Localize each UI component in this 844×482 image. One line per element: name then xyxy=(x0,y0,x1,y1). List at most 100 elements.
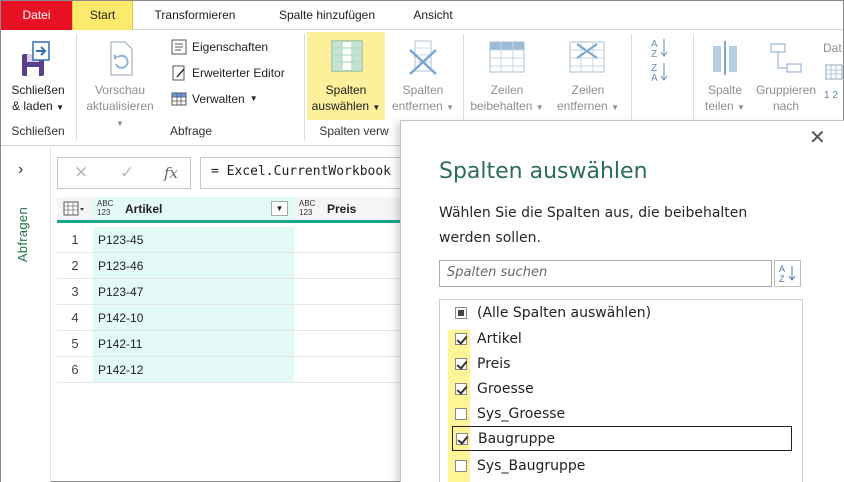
keep-rows-button[interactable]: Zeilen beibehalten ▼ xyxy=(467,38,547,118)
table-cell[interactable] xyxy=(294,253,402,279)
list-item-select-all[interactable]: (Alle Spalten auswählen) xyxy=(440,300,802,325)
queries-pane-label[interactable]: Abfragen xyxy=(15,207,30,262)
list-item[interactable]: Groesse xyxy=(440,376,802,401)
chevron-down-icon: ▼ xyxy=(56,103,64,112)
column-search-input[interactable]: Spalten suchen xyxy=(439,260,772,287)
properties-label: Eigenschaften xyxy=(192,40,269,54)
table-cell[interactable] xyxy=(294,227,402,253)
group-label-spalten-verwalten: Spalten verw xyxy=(319,124,389,138)
remove-rows-line2: entfernen xyxy=(557,99,608,113)
manage-label: Verwalten xyxy=(192,92,245,106)
cancel-icon[interactable]: ✕ xyxy=(74,163,88,183)
close-load-line1: Schließen xyxy=(11,83,65,97)
queries-pane: › Abfragen xyxy=(1,147,51,482)
split-column-line2: teilen xyxy=(705,99,734,113)
type-abc123-icon: ABC 123 xyxy=(299,199,316,217)
column-filter-button[interactable]: ▼ xyxy=(271,201,288,216)
tab-start[interactable]: Start xyxy=(72,1,133,30)
table-cell[interactable]: P123-46 xyxy=(93,253,294,279)
tab-datei[interactable]: Datei xyxy=(1,1,72,30)
table-cell[interactable] xyxy=(294,357,402,383)
column-name-preis[interactable]: Preis xyxy=(327,202,356,216)
table-cell[interactable]: P142-12 xyxy=(93,357,294,383)
column-label: Artikel xyxy=(477,330,522,347)
column-header-artikel[interactable]: ABC 123 Artikel ▼ xyxy=(93,197,294,220)
select-all-label: (Alle Spalten auswählen) xyxy=(477,304,652,321)
tab-transformieren[interactable]: Transformieren xyxy=(133,1,257,30)
checkbox-checked[interactable] xyxy=(455,357,467,370)
list-item[interactable]: Preis xyxy=(440,351,802,376)
table-menu-icon[interactable] xyxy=(63,201,85,220)
checkbox-checked[interactable] xyxy=(455,382,467,395)
table-cell[interactable] xyxy=(294,305,402,331)
list-item[interactable]: Sys_Groesse xyxy=(440,401,802,426)
advanced-editor-label: Erweiterter Editor xyxy=(192,66,285,80)
group-by-button[interactable]: Gruppieren nach xyxy=(753,38,819,118)
formula-bar: ✕ ✓ fx = Excel.CurrentWorkbook xyxy=(57,157,402,189)
keep-rows-icon xyxy=(489,41,525,73)
choose-columns-button[interactable]: Spalten auswählen ▼ xyxy=(307,32,385,120)
checkbox-unchecked[interactable] xyxy=(455,459,467,472)
table-cell[interactable] xyxy=(294,279,402,305)
advanced-editor-icon xyxy=(172,65,185,81)
column-list: (Alle Spalten auswählen) Artikel Preis G… xyxy=(439,299,803,482)
remove-columns-line1: Spalten xyxy=(402,83,444,97)
group-label-schliessen: Schließen xyxy=(11,124,65,138)
close-load-icon xyxy=(22,41,50,76)
data-type-button[interactable]: Dat xyxy=(823,38,842,58)
type-abc123-icon: ABC 123 xyxy=(97,199,114,217)
svg-text:A: A xyxy=(651,73,658,82)
close-icon[interactable]: ✕ xyxy=(809,125,826,150)
row-number: 2 xyxy=(57,253,93,279)
list-item-focused[interactable]: Baugruppe xyxy=(452,426,792,451)
refresh-line2: aktualisieren xyxy=(86,99,154,113)
chevron-down-icon: ▼ xyxy=(611,103,619,112)
use-first-row-button[interactable]: 1 2 xyxy=(824,86,838,106)
list-item[interactable]: Artikel xyxy=(440,326,802,351)
confirm-icon[interactable]: ✓ xyxy=(120,163,134,183)
properties-button[interactable]: Eigenschaften xyxy=(171,37,268,57)
table-cell[interactable] xyxy=(294,331,402,357)
group-by-icon xyxy=(770,43,802,73)
manage-button[interactable]: Verwalten ▼ xyxy=(171,89,258,109)
chevron-down-icon: ▼ xyxy=(372,103,381,112)
advanced-editor-button[interactable]: Erweiterter Editor xyxy=(171,63,285,83)
checkbox-unchecked[interactable] xyxy=(455,407,467,420)
table-cell[interactable]: P142-10 xyxy=(93,305,294,331)
table-cell[interactable]: P142-11 xyxy=(93,331,294,357)
remove-rows-button[interactable]: Zeilen entfernen ▼ xyxy=(549,38,627,118)
refresh-preview-button[interactable]: Vorschau aktualisieren ▼ xyxy=(81,38,159,128)
split-column-icon xyxy=(713,41,737,75)
refresh-line1: Vorschau xyxy=(94,83,146,97)
sort-buttons[interactable]: A Z Z A xyxy=(643,36,679,96)
table-cell[interactable]: P123-47 xyxy=(93,279,294,305)
keep-rows-line2: beibehalten xyxy=(470,99,533,113)
choose-columns-line2: auswählen xyxy=(311,99,370,113)
close-and-load-button[interactable]: Schließen & laden ▼ xyxy=(5,38,71,118)
grid-header: ABC 123 Artikel ▼ ABC 123 Preis xyxy=(57,197,402,223)
row-number: 1 xyxy=(57,227,93,253)
split-column-line1: Spalte xyxy=(707,83,743,97)
separator xyxy=(76,34,77,140)
formula-input[interactable]: = Excel.CurrentWorkbook xyxy=(200,157,402,189)
use-first-row-label: 1 2 xyxy=(824,90,838,101)
svg-text:Z: Z xyxy=(779,274,785,284)
group-by-line2: nach xyxy=(772,99,800,113)
checkbox-partial[interactable] xyxy=(455,306,467,319)
fx-icon[interactable]: fx xyxy=(164,164,178,182)
list-item[interactable]: Sys_Baugruppe xyxy=(440,453,802,478)
sort-columns-button[interactable]: A Z xyxy=(774,260,801,287)
chevron-down-icon: ▼ xyxy=(446,103,454,112)
split-column-button[interactable]: Spalte teilen ▼ xyxy=(697,38,753,118)
table-cell[interactable]: P123-45 xyxy=(93,227,294,253)
checkbox-checked[interactable] xyxy=(455,332,467,345)
remove-columns-button[interactable]: Spalten entfernen ▼ xyxy=(387,38,459,118)
choose-columns-dialog: ✕ Spalten auswählen Wählen Sie die Spalt… xyxy=(400,120,844,482)
chevron-right-icon[interactable]: › xyxy=(18,161,23,179)
chevron-down-icon: ▼ xyxy=(535,103,544,112)
checkbox-checked[interactable] xyxy=(456,432,468,445)
tab-ansicht[interactable]: Ansicht xyxy=(397,1,469,30)
tab-spalte-hinzufuegen[interactable]: Spalte hinzufügen xyxy=(257,1,397,30)
row-number: 5 xyxy=(57,331,93,357)
svg-text:Z: Z xyxy=(651,49,657,60)
